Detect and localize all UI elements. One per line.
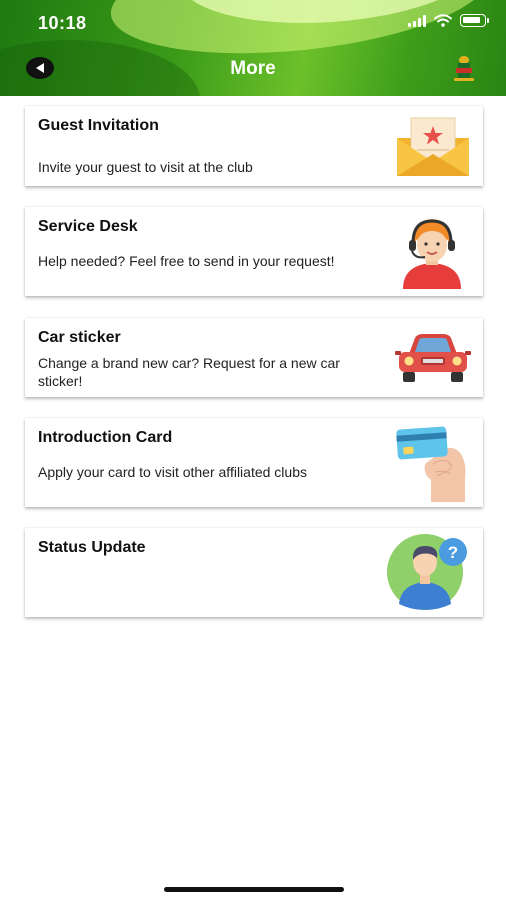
page-title: More <box>230 58 276 79</box>
guest-invitation-card[interactable]: Guest Invitation Invite your guest to vi… <box>25 106 483 186</box>
club-emblem-icon[interactable] <box>451 54 477 82</box>
service-desk-card[interactable]: Service Desk Help needed? Feel free to s… <box>25 207 483 296</box>
card-description: Invite your guest to visit at the club <box>38 159 253 175</box>
card-description: Apply your card to visit other affiliate… <box>38 464 307 480</box>
signal-icon <box>408 14 426 27</box>
status-icons <box>408 14 489 27</box>
user-question-icon: ? <box>387 534 467 610</box>
card-description: Change a brand new car? Request for a ne… <box>38 355 340 389</box>
card-title: Guest Invitation <box>38 117 159 134</box>
card-description: Help needed? Feel free to send in your r… <box>38 253 335 269</box>
svg-text:?: ? <box>448 543 458 562</box>
status-time: 10:18 <box>38 13 87 33</box>
battery-icon <box>460 14 489 27</box>
support-agent-icon <box>403 219 461 289</box>
status-update-card[interactable]: Status Update ? <box>25 528 483 617</box>
car-sticker-card[interactable]: Car sticker Change a brand new car? Requ… <box>25 318 483 397</box>
invitation-envelope-icon <box>397 117 469 176</box>
app-header: 10:18 More <box>0 0 506 96</box>
car-icon <box>395 334 471 382</box>
card-title: Introduction Card <box>38 429 173 446</box>
card-title: Status Update <box>38 539 146 556</box>
wifi-icon <box>434 14 452 27</box>
card-title: Car sticker <box>38 329 121 346</box>
card-in-hand-icon <box>396 426 466 502</box>
card-title: Service Desk <box>38 218 138 235</box>
home-indicator <box>164 887 344 892</box>
introduction-card-card[interactable]: Introduction Card Apply your card to vis… <box>25 418 483 507</box>
